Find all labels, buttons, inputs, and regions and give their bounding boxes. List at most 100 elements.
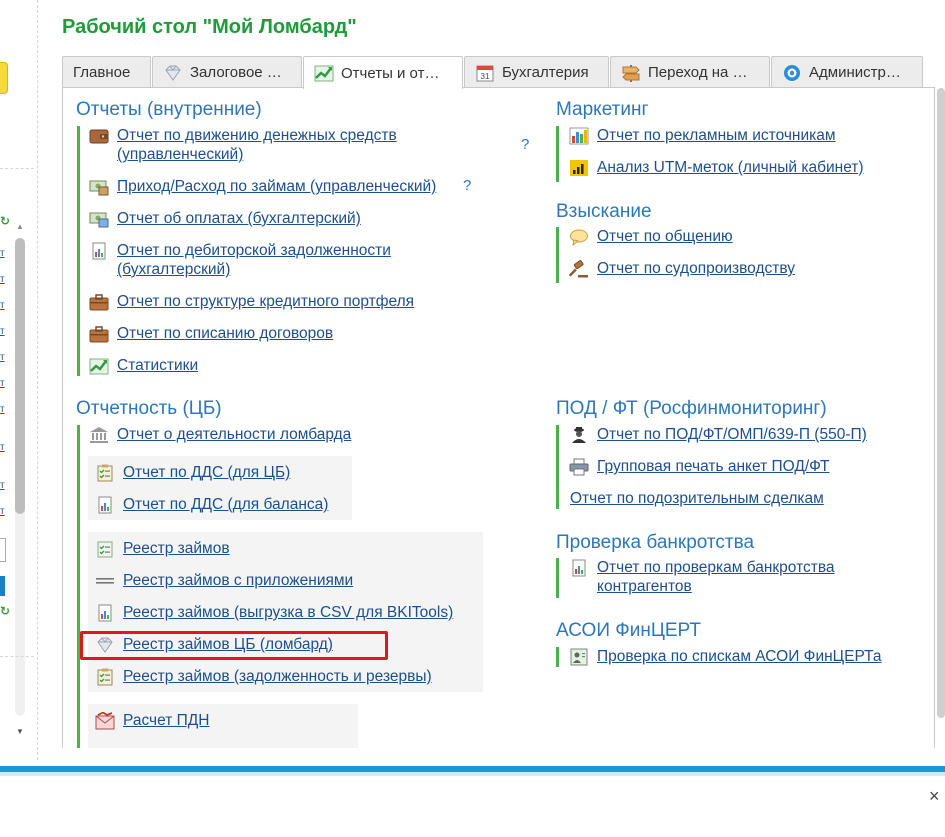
- group-title-marketing: Маркетинг: [556, 99, 649, 120]
- report-link-payments[interactable]: Отчет об оплатах (бухгалтерский): [89, 209, 361, 228]
- left-selected-marker: [0, 576, 5, 596]
- tab-transition[interactable]: Переход на …: [610, 56, 770, 88]
- signpost-icon: [622, 64, 640, 82]
- left-link[interactable]: т: [0, 378, 5, 389]
- checklist-icon: [97, 668, 113, 686]
- left-link[interactable]: т: [0, 274, 5, 285]
- status-band-shadow: [0, 772, 945, 776]
- briefcase-icon: [89, 326, 109, 343]
- report-link-dds-balance[interactable]: Отчет по ДДС (для баланса): [95, 495, 328, 514]
- report-link-bankruptcy-check[interactable]: Отчет по проверкам банкротства контрагент…: [569, 558, 835, 596]
- chart-up-icon: [89, 358, 109, 375]
- content-scrollbar[interactable]: [935, 88, 945, 748]
- group-bar: [77, 425, 80, 748]
- report-link-loan-registry-csv[interactable]: Реестр займов (выгрузка в CSV для BKIToo…: [95, 603, 453, 622]
- id-card-icon: [570, 648, 588, 666]
- group-bar: [556, 227, 559, 283]
- report-link-credit-portfolio[interactable]: Отчет по структуре кредитного портфеля: [89, 292, 414, 311]
- lines-icon: [96, 578, 114, 584]
- report-link-income-expense[interactable]: Приход/Расход по займам (управленческий): [89, 177, 436, 196]
- report-link-ad-sources[interactable]: Отчет по рекламным источникам: [569, 126, 836, 145]
- bank-icon: [90, 427, 108, 443]
- report-doc-icon: [98, 496, 112, 514]
- svg-text:31: 31: [481, 72, 490, 81]
- left-link[interactable]: т: [0, 506, 5, 517]
- report-link-asoi-check[interactable]: Проверка по спискам АСОИ ФинЦЕРТа: [569, 647, 882, 666]
- group-title-cb-reporting: Отчетность (ЦБ): [76, 398, 222, 419]
- group-title-internal-reports: Отчеты (внутренние): [76, 99, 262, 120]
- checklist-icon: [97, 541, 113, 558]
- printer-icon: [569, 458, 589, 476]
- group-bar: [556, 558, 559, 598]
- signal-icon: [570, 160, 588, 176]
- left-input[interactable]: [0, 538, 6, 562]
- left-link[interactable]: т: [0, 404, 5, 415]
- money-icon: [89, 180, 109, 196]
- desktop-window: ↻ ▲ ▼ т т т т т т т т т т ↻ Рабочий стол…: [0, 0, 945, 837]
- left-link[interactable]: т: [0, 480, 5, 491]
- money-icon: [89, 212, 109, 228]
- gavel-icon: [569, 260, 588, 278]
- report-link-aml-print[interactable]: Групповая печать анкет ПОД/ФТ: [569, 457, 830, 476]
- left-link[interactable]: т: [0, 352, 5, 363]
- refresh-icon[interactable]: ↻: [0, 214, 10, 228]
- report-link-statistics[interactable]: Статистики: [89, 356, 198, 375]
- left-panel: ↻ ▲ ▼ т т т т т т т т т т ↻: [0, 0, 38, 760]
- tab-label: Переход на …: [648, 64, 748, 81]
- tab-label: Администр…: [809, 64, 901, 81]
- left-link[interactable]: т: [0, 248, 5, 259]
- tab-pledge[interactable]: Залоговое …: [152, 56, 302, 88]
- highlight-box: [80, 631, 388, 660]
- refresh-icon[interactable]: ↻: [0, 604, 10, 618]
- report-link-pawnshop-activity[interactable]: Отчет о деятельности ломбарда: [89, 425, 351, 444]
- report-link-loan-registry-debt-reserves[interactable]: Реестр займов (задолженность и резервы): [95, 667, 432, 686]
- chart-up-icon: [314, 65, 334, 82]
- gear-icon: [784, 64, 800, 81]
- briefcase-icon: [89, 294, 109, 311]
- left-link[interactable]: т: [0, 442, 5, 453]
- scroll-down-icon[interactable]: ▼: [16, 727, 24, 736]
- report-link-communication[interactable]: Отчет по общению: [569, 227, 733, 246]
- help-icon[interactable]: ?: [521, 136, 529, 153]
- wallet-icon: [89, 129, 109, 144]
- report-link-receivables[interactable]: Отчет по дебиторской задолженности (бухга…: [89, 241, 391, 279]
- help-icon[interactable]: ?: [463, 177, 471, 194]
- report-link-dds-cb[interactable]: Отчет по ДДС (для ЦБ): [95, 463, 290, 482]
- left-link[interactable]: т: [0, 326, 5, 337]
- left-link[interactable]: т: [0, 300, 5, 311]
- scroll-up-icon[interactable]: ▲: [16, 222, 24, 231]
- divider: [0, 168, 34, 169]
- content-scrollbar-thumb[interactable]: [937, 88, 945, 718]
- left-scrollbar[interactable]: [15, 238, 25, 716]
- tab-reports[interactable]: Отчеты и от…: [303, 56, 463, 89]
- group-title-aml: ПОД / ФТ (Росфинмониторинг): [556, 398, 827, 419]
- spy-icon: [572, 427, 586, 443]
- group-title-collection: Взыскание: [556, 201, 652, 222]
- tab-main[interactable]: Главное: [62, 56, 151, 88]
- bar-chart-icon: [569, 127, 589, 145]
- tab-administration[interactable]: Администр…: [771, 56, 923, 88]
- report-link-pdn-calc[interactable]: Расчет ПДН: [95, 711, 209, 730]
- tab-label: Отчеты и от…: [341, 64, 440, 82]
- report-link-loan-registry[interactable]: Реестр займов: [95, 539, 230, 558]
- diamond-icon: [165, 65, 181, 81]
- report-doc-icon: [572, 559, 586, 577]
- report-link-utm-analysis[interactable]: Анализ UTM-меток (личный кабинет): [569, 158, 864, 177]
- report-link-litigation[interactable]: Отчет по судопроизводству: [569, 259, 795, 278]
- report-link-write-off[interactable]: Отчет по списанию договоров: [89, 324, 333, 343]
- tab-bar: Главное Залоговое … Отчеты и от… 31 Бухг…: [62, 56, 924, 89]
- create-button[interactable]: [0, 62, 8, 94]
- left-scrollbar-thumb[interactable]: [15, 238, 25, 514]
- report-link-cash-flow[interactable]: Отчет по движению денежных средств (управ…: [89, 126, 397, 164]
- report-doc-icon: [98, 604, 112, 622]
- group-bar: [556, 647, 559, 667]
- close-icon[interactable]: ×: [929, 786, 940, 807]
- speech-bubble-icon: [570, 229, 588, 246]
- report-link-loan-registry-attachments[interactable]: Реестр займов с приложениями: [95, 571, 353, 590]
- tab-accounting[interactable]: 31 Бухгалтерия: [464, 56, 609, 88]
- tab-label: Бухгалтерия: [502, 64, 589, 81]
- group-bar: [556, 425, 559, 509]
- report-link-aml-639p[interactable]: Отчет по ПОД/ФТ/ОМП/639-П (550-П): [569, 425, 867, 444]
- report-link-suspicious-deals[interactable]: Отчет по подозрительным сделкам: [570, 489, 824, 508]
- group-bar: [77, 126, 80, 376]
